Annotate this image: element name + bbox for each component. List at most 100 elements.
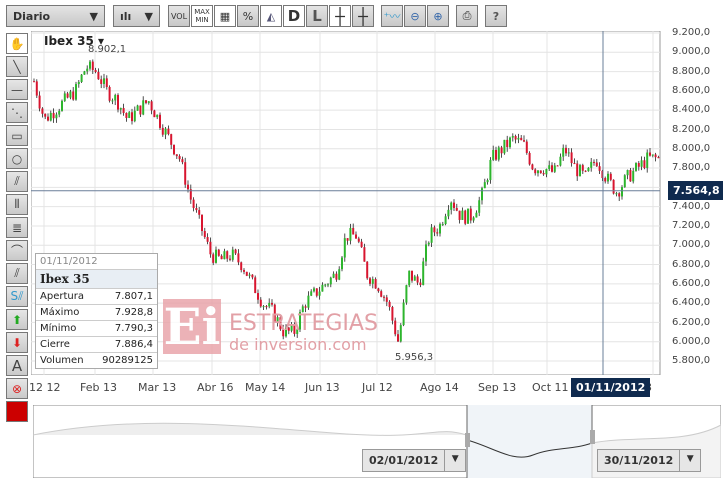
candle-body (147, 101, 150, 103)
x-tick-label: Feb 13 (80, 381, 117, 394)
text-icon[interactable]: A (6, 355, 28, 376)
delete-icon[interactable]: ⊗ (6, 378, 28, 399)
price-crosshair-label: 7.564,8 (668, 181, 723, 200)
zoom-out-icon[interactable]: ⊖ (404, 5, 426, 27)
candle-body (640, 160, 643, 167)
fibonacci-icon[interactable]: ≣ (6, 217, 28, 238)
x-tick-label: Mar 13 (138, 381, 177, 394)
vertical-lines-icon[interactable]: ⦀ (6, 194, 28, 215)
candle-body (385, 297, 388, 302)
channel-icon[interactable]: ⋱ (6, 102, 28, 123)
candle-body (33, 81, 35, 83)
horizontal-line-icon[interactable]: — (6, 79, 28, 100)
candle-body (464, 210, 467, 224)
d-button[interactable]: D (283, 5, 305, 27)
grid-icon[interactable]: ▦ (214, 5, 236, 27)
candle-body (136, 105, 139, 111)
date-crosshair-label: 01/11/2012 (571, 378, 651, 397)
candle-body (335, 273, 338, 280)
parallel-lines-icon[interactable]: ⫽ (6, 263, 28, 284)
candle-body (119, 108, 122, 110)
watermark-logo: Ei (163, 297, 221, 356)
candle-body (231, 249, 234, 260)
candle-body (170, 134, 173, 145)
candle-body (355, 234, 357, 239)
zoom-in-icon[interactable]: ⊕ (427, 5, 449, 27)
candle-body (77, 81, 80, 85)
candle-body (103, 78, 105, 84)
rectangle-icon[interactable]: ▭ (6, 125, 28, 146)
candle-body (472, 217, 475, 221)
candle-body (86, 68, 89, 72)
add-indicator-icon[interactable]: ⁺〰 (381, 5, 403, 27)
candle-body (237, 253, 240, 263)
candle-body (425, 244, 427, 262)
info-row: Máximo 7.928,8 (36, 304, 157, 320)
candle-body (607, 173, 609, 182)
volume-button[interactable]: VOL (168, 5, 190, 27)
candle-body (332, 273, 335, 278)
candle-body (206, 237, 209, 242)
y-tick-label: 7.200,0 (672, 220, 711, 231)
candle-body (439, 224, 441, 234)
candle-body (467, 208, 469, 224)
candle-body (520, 137, 523, 141)
candle-body (646, 152, 649, 168)
candle-body (626, 170, 629, 176)
x-tick-label: Jul 12 (362, 381, 393, 394)
candle-body (108, 86, 111, 101)
candle-body (458, 210, 461, 220)
candle-body (416, 276, 419, 283)
y-tick-label: 7.400,0 (672, 200, 711, 212)
candle-body (363, 247, 366, 262)
candle-body (369, 278, 371, 284)
candle-body (419, 282, 422, 286)
trendline-icon[interactable]: ╲ (6, 56, 28, 77)
color-picker[interactable] (6, 401, 28, 422)
candle-body (570, 152, 573, 164)
hand-icon[interactable]: ✋ (6, 33, 28, 54)
circle-icon[interactable]: ○ (6, 148, 28, 169)
candle-body (523, 140, 525, 142)
crosshair-l-icon[interactable]: ┼ (352, 5, 374, 27)
to-date-select[interactable]: 30/11/2012 ▼ (597, 449, 702, 472)
candle-body (383, 296, 385, 298)
candle-body (145, 100, 147, 103)
candle-body (175, 154, 178, 157)
candle-body (548, 165, 551, 170)
candle-body (131, 112, 133, 122)
candle-body (181, 159, 184, 163)
candle-body (133, 110, 136, 122)
percent-button[interactable]: % (237, 5, 259, 27)
candle-body (209, 241, 212, 255)
candle-body (164, 128, 167, 135)
from-date-select[interactable]: 02/01/2012 ▼ (362, 449, 467, 472)
candle-body (651, 154, 654, 156)
crosshair-icon[interactable]: ┼ (329, 5, 351, 27)
candle-body (595, 162, 598, 167)
chart-type-dropdown[interactable]: ılı ▼ (113, 5, 160, 27)
print-icon[interactable]: ⎙ (456, 5, 478, 27)
x-tick-label: Jun 13 (305, 381, 340, 394)
help-button[interactable]: ? (485, 5, 507, 27)
candle-body (229, 258, 231, 260)
maxmin-button[interactable]: MAX MIN (191, 5, 213, 27)
info-row: Volumen 90289125 (36, 352, 157, 368)
candle-body (643, 160, 646, 168)
l-button[interactable]: L (306, 5, 328, 27)
candle-body (245, 271, 248, 276)
candle-body (587, 167, 590, 172)
y-tick-label: 8.000,0 (672, 142, 711, 154)
up-arrow-icon[interactable]: ⬆ (6, 309, 28, 330)
arc-icon[interactable]: ⌒ (6, 240, 28, 261)
candle-body (203, 231, 206, 238)
area-icon[interactable]: ◭ (260, 5, 282, 27)
s-parallel-icon[interactable]: S⫽ (6, 286, 28, 307)
chevron-down-icon: ▼ (144, 9, 153, 23)
candle-body (307, 295, 310, 308)
fan-icon[interactable]: ⫽ (6, 171, 28, 192)
candle-body (304, 306, 307, 308)
down-arrow-icon[interactable]: ⬇ (6, 332, 28, 353)
period-dropdown[interactable]: Diario ▼ (6, 5, 105, 27)
candle-body (38, 95, 41, 109)
